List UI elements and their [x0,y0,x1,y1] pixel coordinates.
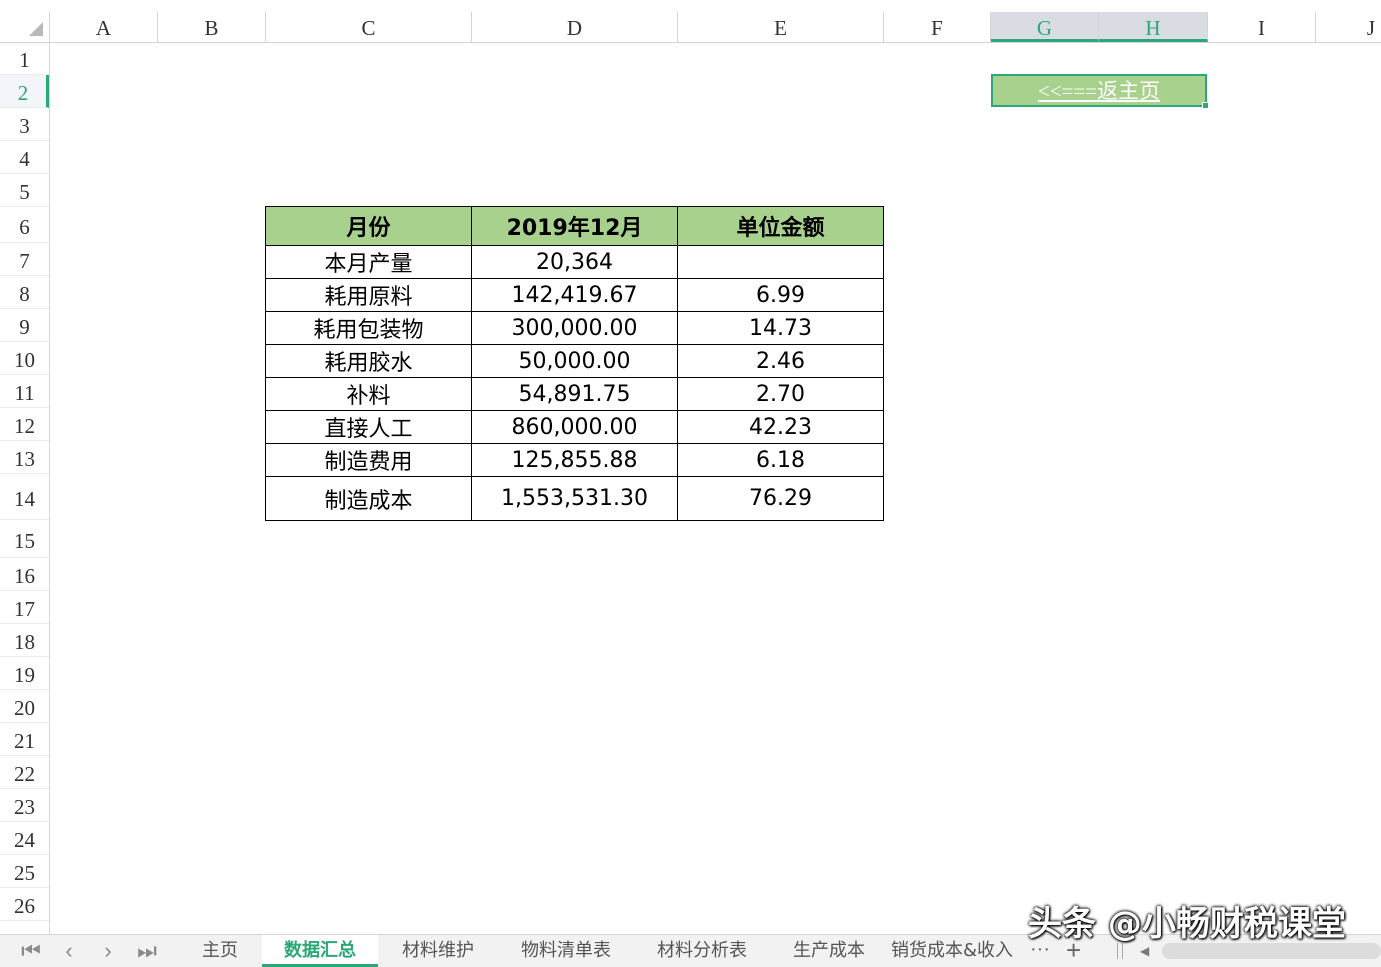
row-unit-amount[interactable]: 76.29 [677,476,884,521]
sheet-tab-home[interactable]: 主页 [178,935,262,967]
table-row: 制造成本 1,553,531.30 76.29 [265,476,884,521]
table-row: 本月产量 20,364 [265,245,884,279]
row-unit-amount[interactable] [677,245,884,279]
table-row: 补料 54,891.75 2.70 [265,377,884,411]
row-header-2[interactable]: 2 [0,75,49,108]
row-header-9[interactable]: 9 [0,309,49,342]
row-unit-amount[interactable]: 14.73 [677,311,884,345]
table-row: 制造费用 125,855.88 6.18 [265,443,884,477]
row-header-19[interactable]: 19 [0,657,49,690]
sheet-tab-material-analysis[interactable]: 材料分析表 [634,935,770,967]
row-header-7[interactable]: 7 [0,243,49,276]
table-header-row: 月份 2019年12月 单位金额 [265,206,884,246]
row-amount[interactable]: 54,891.75 [471,377,678,411]
column-header-j[interactable]: J [1316,12,1381,42]
sheet-tab-material-maintenance[interactable]: 材料维护 [378,935,498,967]
column-header-f[interactable]: F [884,12,991,42]
row-header-23[interactable]: 23 [0,789,49,822]
first-sheet-button[interactable]: ⏮ [16,935,46,967]
row-amount[interactable]: 142,419.67 [471,278,678,312]
row-label[interactable]: 补料 [265,377,472,411]
row-amount[interactable]: 1,553,531.30 [471,476,678,521]
column-header-h[interactable]: H [1099,12,1208,42]
row-header-25[interactable]: 25 [0,855,49,888]
row-header-11[interactable]: 11 [0,375,49,408]
row-header-21[interactable]: 21 [0,723,49,756]
row-header-15[interactable]: 15 [0,520,49,558]
row-header-14[interactable]: 14 [0,474,49,520]
column-header-c[interactable]: C [266,12,472,42]
table-row: 耗用原料 142,419.67 6.99 [265,278,884,312]
row-header-3[interactable]: 3 [0,108,49,141]
column-header-bar: A B C D E F G H I J [0,12,1381,43]
row-header-5[interactable]: 5 [0,174,49,207]
sheet-tab-production-cost[interactable]: 生产成本 [770,935,888,967]
fill-handle[interactable] [1202,102,1209,109]
last-sheet-icon: ⏭ [137,938,157,963]
row-amount[interactable]: 50,000.00 [471,344,678,378]
row-label[interactable]: 耗用原料 [265,278,472,312]
row-unit-amount[interactable]: 2.46 [677,344,884,378]
row-header-24[interactable]: 24 [0,822,49,855]
column-header-e[interactable]: E [678,12,884,42]
return-home-link[interactable]: <<===返主页 [991,74,1209,109]
row-header-10[interactable]: 10 [0,342,49,375]
next-sheet-button[interactable]: › [93,935,123,967]
row-header-13[interactable]: 13 [0,441,49,474]
prev-sheet-button[interactable]: ‹ [54,935,84,967]
row-header-22[interactable]: 22 [0,756,49,789]
sheet-tab-bom[interactable]: 物料清单表 [498,935,634,967]
chevron-right-icon: › [104,938,112,963]
row-label[interactable]: 耗用胶水 [265,344,472,378]
column-header-a[interactable]: A [50,12,158,42]
column-header-g[interactable]: G [991,12,1099,42]
cost-summary-table: 月份 2019年12月 单位金额 本月产量 20,364 耗用原料 142,41… [265,206,884,521]
row-label[interactable]: 直接人工 [265,410,472,444]
column-header-d[interactable]: D [472,12,678,42]
table-row: 耗用包装物 300,000.00 14.73 [265,311,884,345]
sheet-tab-cogs-revenue[interactable]: 销货成本&收入 [888,935,1016,967]
row-label[interactable]: 本月产量 [265,245,472,279]
row-header-8[interactable]: 8 [0,276,49,309]
row-header-6[interactable]: 6 [0,207,49,243]
row-header-18[interactable]: 18 [0,624,49,657]
first-sheet-icon: ⏮ [21,938,41,963]
row-header-20[interactable]: 20 [0,690,49,723]
row-header-bar: 1 2 3 4 5 6 7 8 9 10 11 12 13 14 15 16 17 18 19 20 21 22 23 24 2… [0,42,50,934]
row-unit-amount[interactable]: 6.99 [677,278,884,312]
header-period[interactable]: 2019年12月 [471,206,678,246]
header-month[interactable]: 月份 [265,206,472,246]
column-header-i[interactable]: I [1208,12,1316,42]
row-header-16[interactable]: 16 [0,558,49,591]
sheet-tab-data-summary[interactable]: 数据汇总 [262,935,378,967]
header-unit-amount[interactable]: 单位金额 [677,206,884,246]
watermark: 头条 @小畅财税课堂 [1028,904,1346,944]
row-amount[interactable]: 125,855.88 [471,443,678,477]
horizontal-scrollbar[interactable] [1162,943,1381,959]
last-sheet-button[interactable]: ⏭ [132,935,162,967]
column-header-b[interactable]: B [158,12,266,42]
row-unit-amount[interactable]: 6.18 [677,443,884,477]
row-header-26[interactable]: 26 [0,888,49,921]
tab-split-handle[interactable] [1117,943,1123,959]
return-home-link-text[interactable]: <<===返主页 [1038,79,1160,103]
row-label[interactable]: 制造费用 [265,443,472,477]
row-label[interactable]: 制造成本 [265,476,472,521]
select-all-corner[interactable] [0,12,50,42]
row-unit-amount[interactable]: 42.23 [677,410,884,444]
row-amount[interactable]: 300,000.00 [471,311,678,345]
row-label[interactable]: 耗用包装物 [265,311,472,345]
table-row: 耗用胶水 50,000.00 2.46 [265,344,884,378]
row-header-12[interactable]: 12 [0,408,49,441]
row-header-17[interactable]: 17 [0,591,49,624]
chevron-left-icon: ‹ [65,938,73,963]
row-amount[interactable]: 20,364 [471,245,678,279]
row-amount[interactable]: 860,000.00 [471,410,678,444]
table-row: 直接人工 860,000.00 42.23 [265,410,884,444]
row-unit-amount[interactable]: 2.70 [677,377,884,411]
select-all-triangle-icon [29,22,43,36]
row-header-1[interactable]: 1 [0,42,49,75]
row-header-4[interactable]: 4 [0,141,49,174]
